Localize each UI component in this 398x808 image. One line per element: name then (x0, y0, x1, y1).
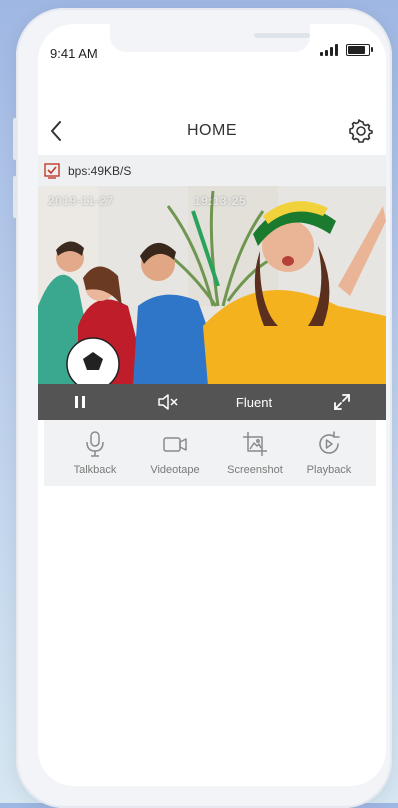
bitrate-text: bps:49KB/S (68, 163, 132, 178)
quality-selector[interactable]: Fluent (222, 384, 286, 420)
pause-button[interactable] (62, 384, 98, 420)
fullscreen-button[interactable] (324, 384, 360, 420)
video-feed[interactable]: 2019-11-27 19:13:25 (38, 186, 386, 384)
playback-icon (319, 431, 340, 454)
expand-icon (334, 394, 350, 410)
videotape-button[interactable]: Videotape (140, 430, 210, 476)
phone-screen: 9:41 AM HOME bps:49KB/S 2019-11-27 19:13… (38, 24, 386, 786)
microphone-icon (86, 431, 104, 457)
app-header: HOME (38, 116, 386, 146)
video-frame-image (38, 186, 386, 384)
battery-icon (346, 44, 373, 56)
video-camera-icon (163, 437, 187, 452)
phone-side-button (13, 176, 17, 218)
pause-icon (75, 396, 85, 408)
page-title: HOME (187, 122, 237, 139)
mute-button[interactable] (150, 384, 186, 420)
phone-side-button (13, 118, 17, 160)
video-timestamp-date: 2019-11-27 (48, 194, 114, 208)
talkback-label: Talkback (73, 464, 117, 476)
stream-info-bar: bps:49KB/S (38, 155, 386, 186)
status-indicators (320, 44, 373, 56)
screenshot-label: Screenshot (227, 464, 283, 476)
signal-icon (320, 44, 338, 56)
crop-icon (243, 432, 267, 456)
talkback-button[interactable]: Talkback (60, 430, 130, 476)
status-time: 9:41 AM (50, 46, 98, 61)
speaker-grille (254, 33, 310, 38)
phone-notch (110, 24, 310, 52)
gear-icon[interactable] (348, 118, 374, 144)
playback-button[interactable]: Playback (294, 430, 364, 476)
video-timestamp-time: 19:13:25 (194, 194, 247, 208)
checkbox-icon[interactable] (44, 162, 60, 179)
screenshot-button[interactable]: Screenshot (220, 430, 290, 476)
speaker-mute-icon (158, 394, 178, 410)
videotape-label: Videotape (150, 464, 200, 476)
playback-label: Playback (306, 464, 352, 476)
video-control-bar: Fluent (38, 384, 386, 420)
action-toolbar: Talkback Videotape Screenshot Playback (44, 420, 376, 486)
